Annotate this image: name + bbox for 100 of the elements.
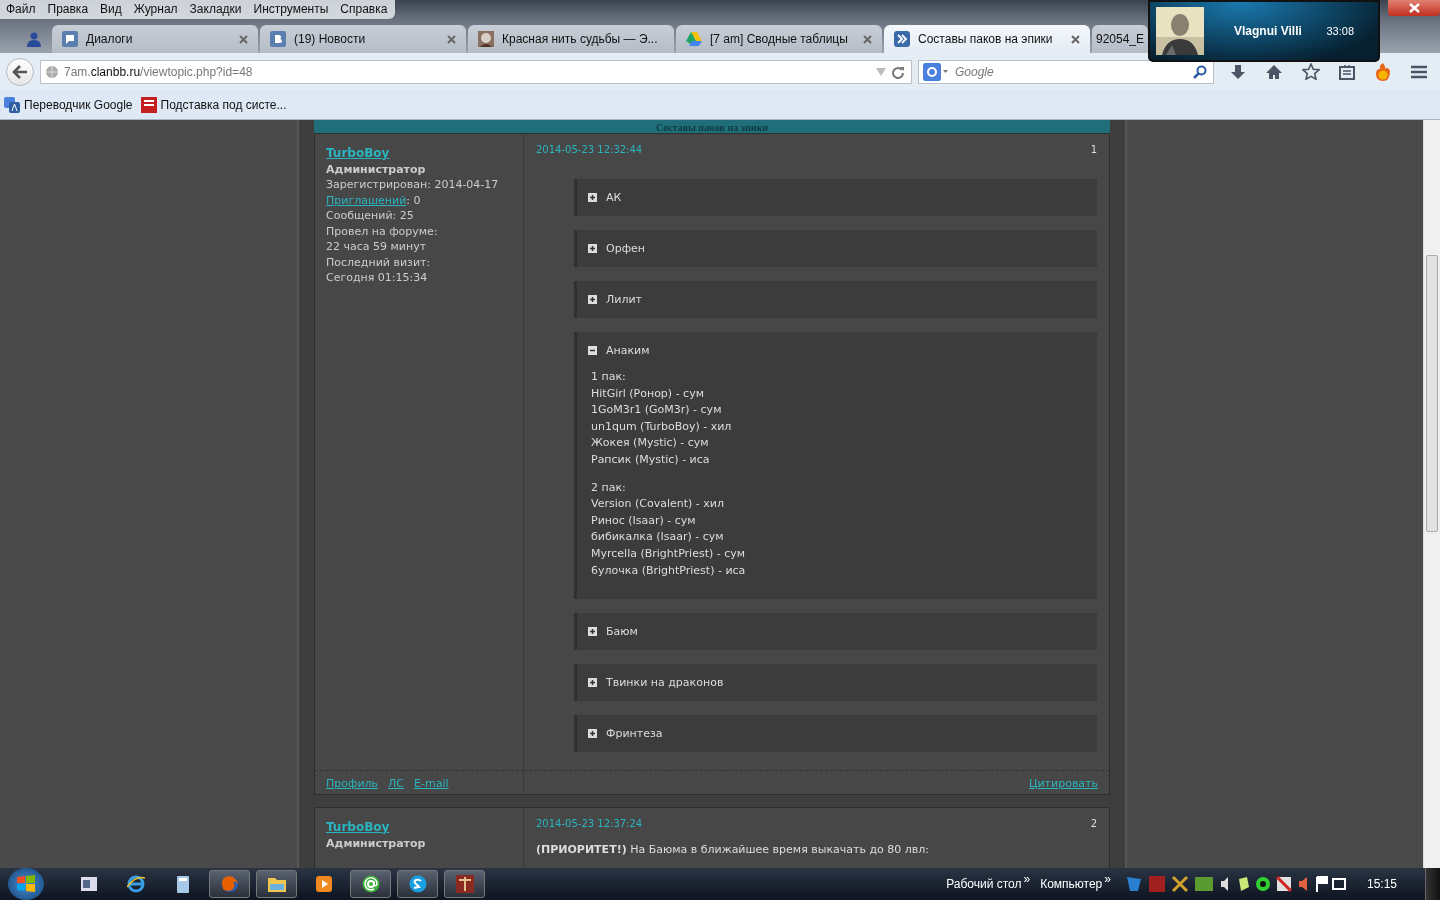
close-icon (1408, 3, 1420, 13)
quote-link[interactable]: Цитировать (1028, 777, 1098, 791)
browser-tab[interactable]: (19) Новости (260, 25, 466, 53)
topic-title: Составы паков на эпики (655, 122, 769, 133)
menu-item[interactable]: Правка (47, 2, 89, 16)
back-button[interactable] (6, 57, 34, 86)
spoiler-toggle[interactable]: Твинки на драконов (577, 664, 1097, 702)
spoiler-toggle[interactable]: Баюм (577, 613, 1097, 651)
spoiler-line: 1GoM3r1 (GoM3r) - сум (591, 402, 723, 419)
speech-bubble-icon (62, 31, 78, 47)
play-icon (315, 876, 332, 892)
window-icon (80, 877, 97, 891)
bookmark-link[interactable]: Переводчик Google (4, 96, 133, 113)
logo-tile-icon (140, 96, 157, 113)
browser-tab[interactable]: Красная нить судьбы — Э... (468, 25, 674, 53)
spoiler-line: бибикалка (Isaar) - сум (591, 529, 725, 546)
menu-icon[interactable] (1411, 64, 1427, 79)
browser-tab[interactable]: Диалоги (52, 25, 258, 53)
menu-item[interactable]: Закладки (189, 2, 242, 16)
clock: 15:15 (1366, 877, 1397, 891)
menu-item[interactable]: Журнал (133, 2, 178, 16)
chevron-icon[interactable]: » (1023, 872, 1031, 886)
close-icon[interactable] (1071, 34, 1080, 44)
list-icon[interactable] (1339, 63, 1355, 80)
call-duration: 33:08 (1326, 25, 1354, 37)
author-link[interactable]: TurboBoy (326, 146, 513, 162)
author-info: Зарегистрирован: 2014-04-17 (326, 177, 500, 193)
calculator-icon (176, 875, 189, 893)
close-icon[interactable] (447, 34, 456, 44)
browser-tab[interactable]: Составы паков на эпики (884, 25, 1090, 53)
chevron-icon[interactable]: » (1104, 872, 1111, 886)
post-date: 2014-05-23 12:32:44 (536, 144, 643, 155)
at-sign-icon (361, 875, 380, 893)
toolbar-label[interactable]: Компьютер (1040, 877, 1103, 891)
spoiler-line: HitGirl (Ронор) - сум (591, 385, 705, 402)
post-link[interactable]: ЛС (388, 777, 404, 791)
post-link[interactable]: E-mail (414, 777, 449, 791)
folder-icon (267, 876, 286, 892)
search-icon[interactable] (1193, 64, 1207, 79)
post-link[interactable]: Профиль (326, 777, 379, 791)
menu-item[interactable]: Вид (100, 2, 122, 16)
scrollbar[interactable] (1423, 120, 1440, 868)
post-number: 1 (1090, 144, 1097, 155)
letter-tile-icon (270, 31, 286, 47)
spoiler-line: Жокея (Mystic) - сум (591, 435, 710, 452)
post-number: 2 (1090, 818, 1097, 830)
author-role: Администратор (326, 161, 427, 177)
spoiler-line: 2 пак: (591, 479, 627, 496)
taskbar-button[interactable] (444, 870, 485, 898)
scrollbar-thumb[interactable] (1426, 255, 1438, 532)
back-arrow-icon (12, 63, 28, 80)
globe-icon (45, 64, 59, 79)
spoiler-toggle[interactable]: Анаким (577, 332, 1097, 369)
taskbar-button[interactable] (256, 870, 297, 898)
avatar-icon (478, 31, 494, 47)
toolbar-label[interactable]: Рабочий стол (946, 877, 1022, 891)
download-icon[interactable] (1230, 63, 1246, 80)
tab-title: Составы паков на эпики (918, 32, 1054, 46)
spoiler-line: Version (Covalent) - хил (591, 496, 725, 513)
reload-icon[interactable] (891, 64, 905, 79)
taskbar-button[interactable] (350, 870, 391, 898)
browser-tab[interactable]: 92054_E (1092, 25, 1149, 53)
spoiler-line: 6улочка (BrightPriest) - иса (591, 562, 747, 579)
author-info: Сегодня 01:15:34 (326, 270, 429, 286)
menu-item[interactable]: Инструменты (253, 2, 329, 16)
spoiler-line: Myrcella (BrightPriest) - сум (591, 545, 747, 562)
flame-face-icon[interactable] (1374, 61, 1392, 82)
post-text: (ПРИОРИТЕТ!) На Баюма в ближайшее время выкачать до 80 лвл: (536, 843, 930, 857)
caller-name: Vlagnui Villi (1234, 24, 1302, 38)
home-icon[interactable] (1265, 63, 1283, 80)
tab-title: 92054_E (1096, 32, 1145, 46)
close-icon[interactable] (239, 34, 248, 44)
taskbar-button[interactable] (397, 870, 438, 898)
show-desktop-button[interactable] (1425, 868, 1440, 900)
browser-tab[interactable]: [7 am] Сводные таблицы (676, 25, 882, 53)
book-icon (455, 875, 474, 893)
close-button[interactable] (1388, 0, 1440, 16)
author-link[interactable]: TurboBoy (326, 820, 513, 836)
star-icon[interactable] (1302, 63, 1320, 80)
close-icon[interactable] (863, 34, 872, 44)
bookmark-link[interactable]: Подставка под систе... (140, 96, 287, 113)
spoiler-toggle[interactable]: Лилит (577, 281, 1097, 318)
search-field[interactable]: Google (918, 59, 1214, 84)
spoiler-line: 1 пак: (591, 369, 627, 385)
menu-item[interactable]: Файл (6, 2, 36, 16)
invites-info: Приглашений: 0 (326, 192, 422, 208)
post-date: 2014-05-23 12:37:24 (536, 818, 643, 830)
spoiler-line: un1qum (TurboBoy) - хил (591, 418, 733, 435)
s-logo-icon (408, 875, 427, 893)
spoiler-toggle[interactable]: Фринтеза (577, 715, 1097, 753)
tray-icons-drawing[interactable] (1126, 875, 1347, 893)
triangle-icon (686, 31, 702, 47)
search-engine-icon[interactable] (923, 62, 949, 81)
address-field[interactable]: 7am.clanbb.ru/viewtopic.php?id=48 (40, 59, 912, 84)
author-info: Сообщений: 25 (326, 208, 415, 224)
spoiler-toggle[interactable]: Орфен (577, 230, 1097, 267)
spoiler-line: Ринос (Isaar) - сум (591, 512, 697, 529)
spoiler-toggle[interactable]: АК (577, 179, 1097, 216)
start-button[interactable] (8, 868, 44, 900)
menu-item[interactable]: Справка (340, 2, 388, 16)
